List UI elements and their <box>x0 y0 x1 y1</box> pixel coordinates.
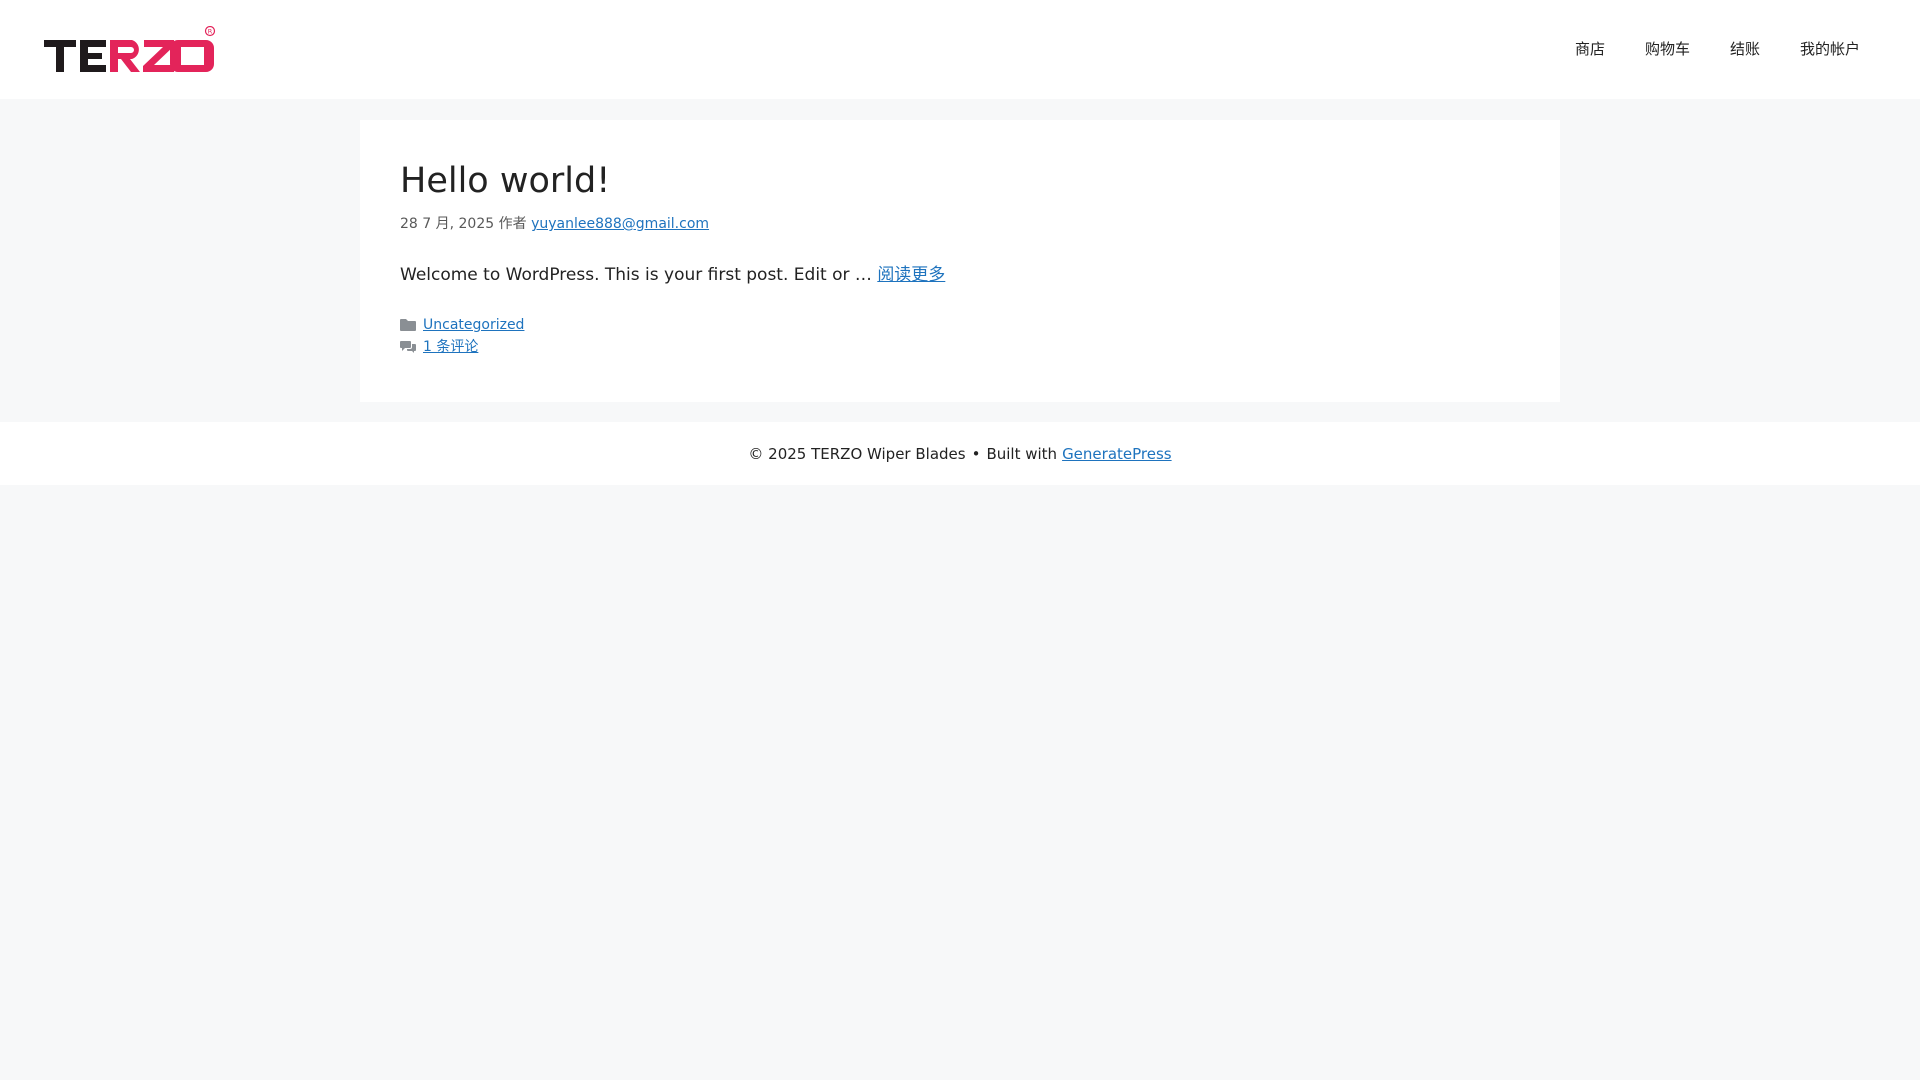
terzo-logo-graphic: R <box>44 25 216 72</box>
footer-copyright: © 2025 TERZO Wiper Blades <box>748 444 966 463</box>
post-footer: Uncategorized 1 条评论 <box>400 314 1520 358</box>
post-excerpt: Welcome to WordPress. This is your first… <box>400 265 872 285</box>
post-author-link[interactable]: yuyanlee888@gmail.com <box>531 216 709 232</box>
comments-icon <box>400 341 416 353</box>
post-author-label: 作者 <box>498 216 527 232</box>
post-comments-link[interactable]: 1 条评论 <box>423 336 478 358</box>
nav-checkout[interactable]: 结账 <box>1710 0 1780 99</box>
post-comments-row: 1 条评论 <box>400 336 1520 358</box>
post-meta: 28 7 月, 2025 作者 yuyanlee888@gmail.com <box>400 214 1520 234</box>
folder-icon <box>400 319 416 331</box>
post-card: Hello world! 28 7 月, 2025 作者 yuyanlee888… <box>360 120 1560 402</box>
site-header: R 商店 购物车 结账 我的帐户 <box>0 0 1920 99</box>
read-more-link[interactable]: 阅读更多 <box>877 265 945 285</box>
site-logo[interactable]: R <box>44 25 216 76</box>
site-footer: © 2025 TERZO Wiper Blades • Built with G… <box>0 422 1920 485</box>
post-category-row: Uncategorized <box>400 314 1520 336</box>
post-summary: Welcome to WordPress. This is your first… <box>400 262 1520 288</box>
nav-my-account[interactable]: 我的帐户 <box>1780 0 1880 99</box>
nav-cart[interactable]: 购物车 <box>1625 0 1710 99</box>
footer-built-with: Built with <box>986 444 1058 463</box>
post-category-link[interactable]: Uncategorized <box>423 314 524 336</box>
main-navigation: 商店 购物车 结账 我的帐户 <box>1555 0 1880 99</box>
svg-text:R: R <box>208 28 213 36</box>
post-title: Hello world! <box>400 161 611 201</box>
post-date: 28 7 月, 2025 <box>400 216 495 232</box>
footer-separator: • <box>971 444 981 463</box>
nav-shop[interactable]: 商店 <box>1555 0 1625 99</box>
generatepress-link[interactable]: GeneratePress <box>1062 445 1172 463</box>
